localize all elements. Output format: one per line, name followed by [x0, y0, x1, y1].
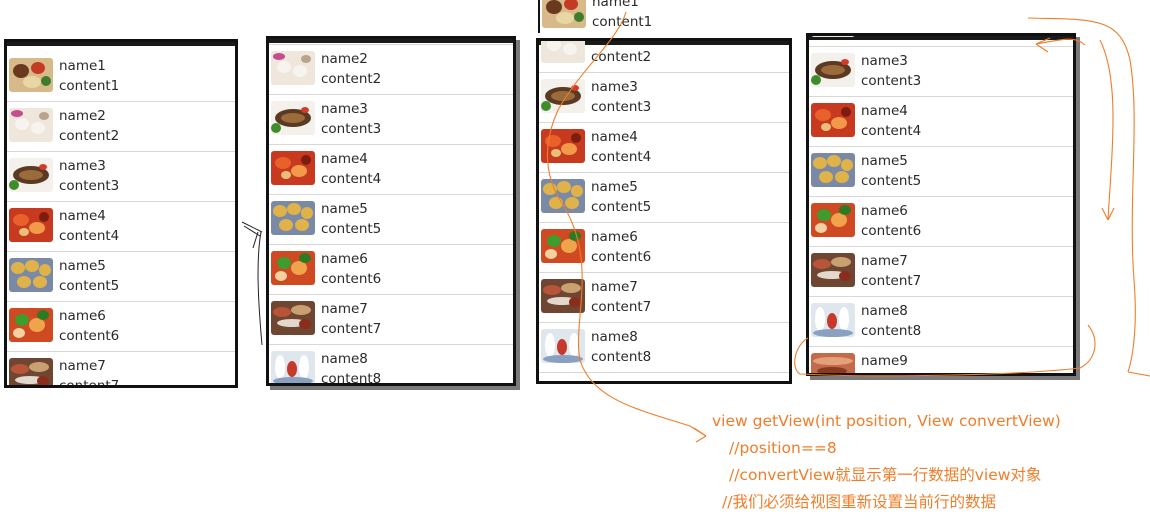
pencil-scroll-arrow: [241, 221, 263, 346]
recycle-arrow-top: [1035, 37, 1086, 53]
recycle-arrow-loop: [1027, 17, 1136, 373]
hand-drawn-annotations: [241, 11, 1150, 443]
annotation-pointer: [546, 11, 707, 437]
recycle-arrow-bottom: [794, 324, 1150, 377]
